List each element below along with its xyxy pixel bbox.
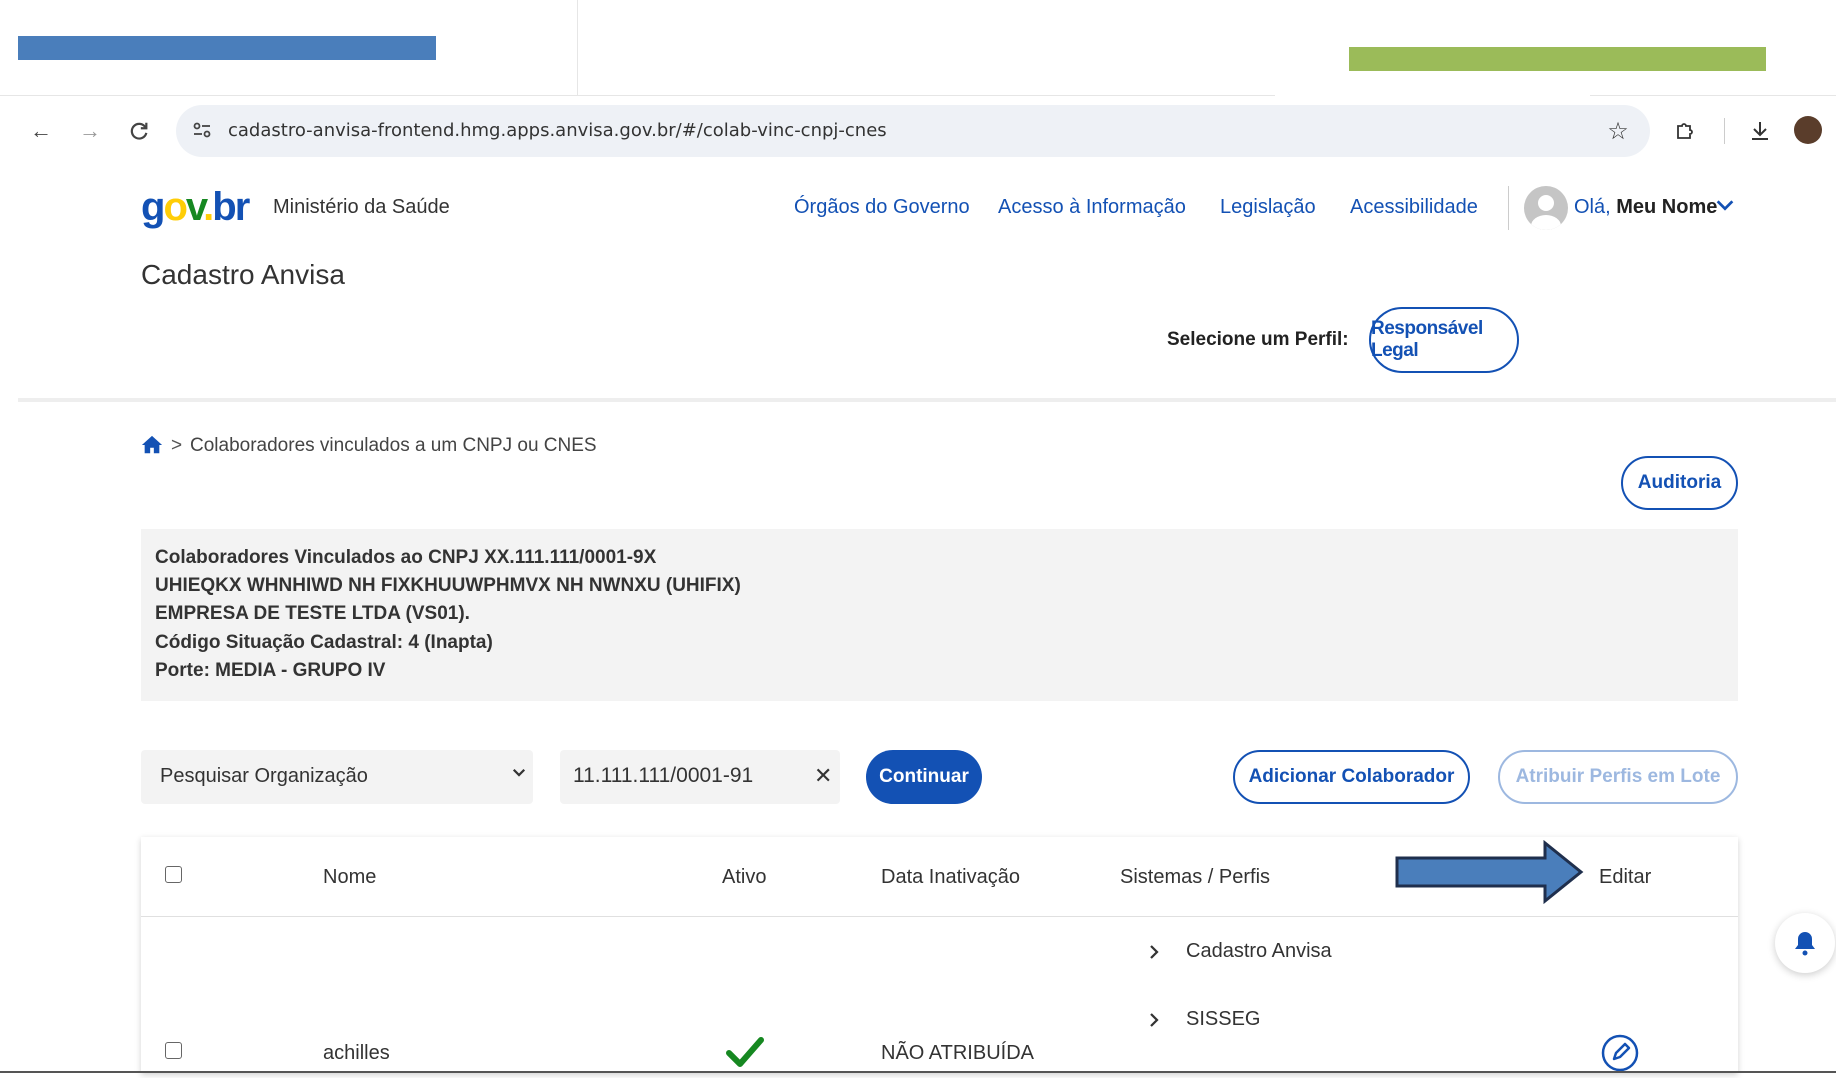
- breadcrumb-separator: >: [171, 435, 183, 456]
- system-item[interactable]: Cadastro Anvisa: [1186, 940, 1332, 963]
- back-icon[interactable]: ←: [26, 116, 56, 146]
- user-avatar[interactable]: [1524, 186, 1568, 230]
- reload-icon[interactable]: [124, 116, 154, 146]
- inactivation-date: NÃO ATRIBUÍDA: [881, 1042, 1034, 1064]
- download-icon[interactable]: [1745, 116, 1775, 146]
- info-line-company: EMPRESA DE TESTE LTDA (VS01).: [155, 603, 470, 624]
- bookmark-star-icon[interactable]: ☆: [1603, 116, 1633, 146]
- profile-select-button[interactable]: Responsável Legal: [1369, 307, 1519, 373]
- divider: [577, 0, 578, 96]
- nav-link-orgaos[interactable]: Órgãos do Governo: [794, 196, 970, 219]
- profile-select-label: Selecione um Perfil:: [1167, 329, 1349, 350]
- site-settings-icon[interactable]: [190, 118, 214, 142]
- info-line-org: UHIEQKX WHNHIWD NH FIXKHUUWPHMVX NH NWNX…: [155, 575, 741, 596]
- divider: [1508, 186, 1509, 230]
- check-icon: [726, 1036, 764, 1073]
- system-item[interactable]: SISSEG: [1186, 1008, 1260, 1031]
- annotation-bar-green: [1349, 47, 1766, 71]
- breadcrumb-current: Colaboradores vinculados a um CNPJ ou CN…: [190, 435, 597, 456]
- govbr-logo[interactable]: gov.br: [141, 183, 250, 231]
- edit-icon[interactable]: [1600, 1033, 1640, 1073]
- url-text[interactable]: cadastro-anvisa-frontend.hmg.apps.anvisa…: [228, 120, 887, 141]
- column-header-nome[interactable]: Nome: [323, 866, 376, 889]
- user-menu[interactable]: Olá, Meu Nome: [1574, 196, 1717, 219]
- chevron-right-icon[interactable]: [1145, 943, 1163, 967]
- notification-bell-icon[interactable]: [1775, 913, 1835, 973]
- nav-link-legislacao[interactable]: Legislação: [1220, 196, 1316, 219]
- chevron-down-icon[interactable]: [510, 763, 528, 786]
- info-line-size: Porte: MEDIA - GRUPO IV: [155, 660, 386, 681]
- cnpj-search-value[interactable]: 11.111.111/0001-91: [573, 764, 753, 788]
- header-divider: [18, 398, 1836, 402]
- column-header-sistemas-perfis: Sistemas / Perfis: [1120, 866, 1271, 888]
- divider: [0, 95, 1275, 96]
- info-line-status: Código Situação Cadastral: 4 (Inapta): [155, 632, 493, 653]
- organization-select-value: Pesquisar Organização: [160, 765, 368, 787]
- row-checkbox[interactable]: [165, 1042, 182, 1059]
- annotation-bar-blue: [18, 36, 436, 60]
- clear-icon[interactable]: ✕: [814, 763, 832, 789]
- assign-profiles-batch-button[interactable]: Atribuir Perfis em Lote: [1498, 750, 1738, 804]
- audit-button[interactable]: Auditoria: [1621, 456, 1738, 510]
- divider: [141, 916, 1738, 917]
- chevron-down-icon[interactable]: [1714, 194, 1736, 222]
- extensions-icon[interactable]: [1670, 116, 1700, 146]
- annotation-arrow-icon: [1395, 839, 1585, 909]
- browser-profile-avatar[interactable]: [1794, 116, 1822, 144]
- nav-link-acesso-informacao[interactable]: Acesso à Informação: [998, 196, 1186, 219]
- home-icon[interactable]: [141, 434, 163, 456]
- column-header-data-inativacao[interactable]: Data Inativação: [881, 866, 1020, 889]
- column-header-ativo[interactable]: Ativo: [722, 866, 766, 889]
- add-collaborator-button[interactable]: Adicionar Colaborador: [1233, 750, 1470, 804]
- column-header-editar: Editar: [1599, 866, 1652, 888]
- app-title: Cadastro Anvisa: [141, 259, 345, 290]
- chevron-right-icon[interactable]: [1145, 1011, 1163, 1035]
- select-all-checkbox[interactable]: [165, 866, 182, 883]
- ministry-name: Ministério da Saúde: [273, 196, 450, 218]
- collaborator-name: achilles: [323, 1042, 390, 1064]
- nav-link-acessibilidade[interactable]: Acessibilidade: [1350, 196, 1478, 219]
- divider: [1590, 95, 1836, 96]
- continue-button[interactable]: Continuar: [866, 750, 982, 804]
- info-line-cnpj: Colaboradores Vinculados ao CNPJ XX.111.…: [155, 547, 657, 568]
- forward-icon[interactable]: →: [75, 116, 105, 146]
- divider: [1724, 118, 1725, 144]
